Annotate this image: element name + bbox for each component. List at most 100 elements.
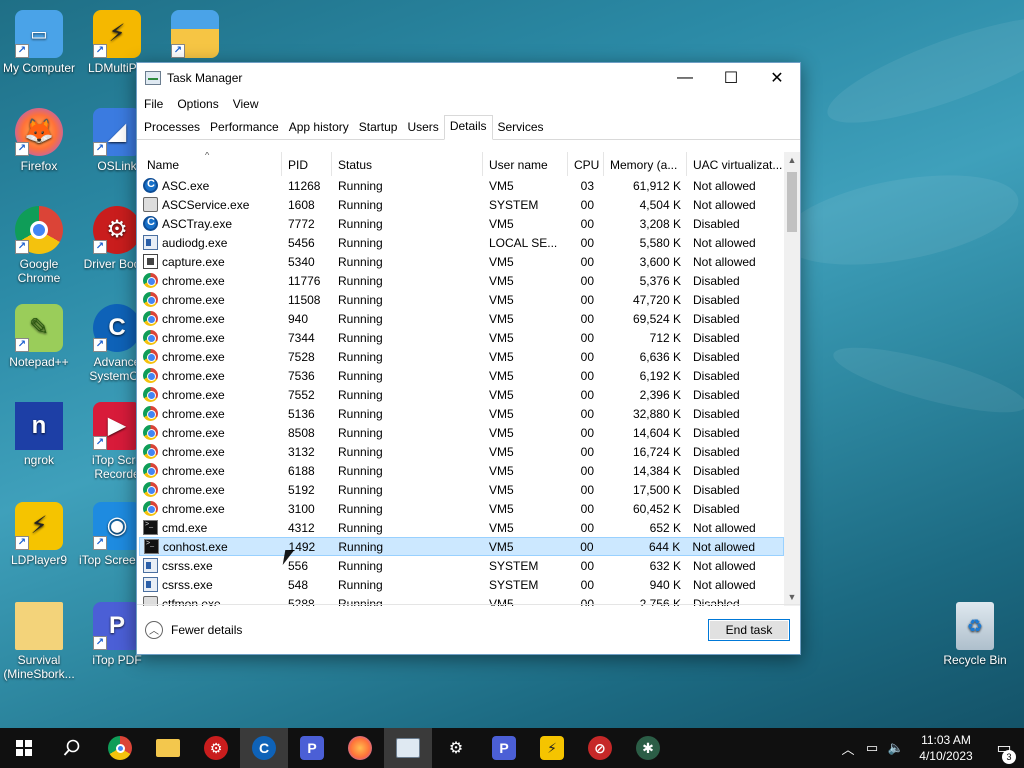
scroll-thumb[interactable] — [787, 172, 797, 232]
desktop-icon-my-computer[interactable]: ▭ ↗ My Computer — [0, 10, 80, 75]
search-icon[interactable] — [48, 728, 96, 768]
notification-icon[interactable]: ▭ 3 — [984, 738, 1024, 764]
desktop-icon-ldplayer[interactable]: ⚡ ↗ LDPlayer9 — [0, 502, 80, 567]
table-row[interactable]: chrome.exe 7552 Running VM5 00 2,396 K Disable… — [139, 385, 784, 404]
sort-ascending-icon: ^ — [205, 152, 210, 160]
process-icon — [143, 197, 158, 212]
table-row[interactable]: chrome.exe 8508 Running VM5 00 14,604 K Disabl… — [139, 423, 784, 442]
settings-icon[interactable]: ⚙ — [432, 728, 480, 768]
fewer-details-toggle[interactable]: ︿ Fewer details — [145, 620, 242, 639]
tab-services[interactable]: Services — [493, 116, 549, 139]
process-icon — [143, 330, 158, 345]
column-header-cpu[interactable]: CPU — [568, 152, 604, 176]
table-row[interactable]: chrome.exe 3100 Running VM5 00 60,452 K Disabl… — [139, 499, 784, 518]
table-row[interactable]: ASCService.exe 1608 Running SYSTEM 00 4,504 K… — [139, 195, 784, 214]
start-icon[interactable] — [0, 728, 48, 768]
process-uac: Not allowed — [693, 558, 756, 573]
maximize-button[interactable]: ☐ — [708, 63, 754, 93]
table-row[interactable]: csrss.exe 556 Running SYSTEM 00 632 K Not allo… — [139, 556, 784, 575]
driver-booster-icon[interactable]: ⚙ — [192, 728, 240, 768]
column-header-name[interactable]: Name — [139, 152, 282, 176]
ldmultiplayer-icon: ⚡ ↗ — [93, 10, 141, 58]
table-row[interactable]: chrome.exe 6188 Running VM5 00 14,384 K Disabl… — [139, 461, 784, 480]
table-row[interactable]: chrome.exe 7344 Running VM5 00 712 K Disabled — [139, 328, 784, 347]
desktop-icon-folder-shortcut[interactable]: ↗ — [154, 10, 236, 61]
process-icon — [143, 387, 158, 402]
table-row[interactable]: chrome.exe 7536 Running VM5 00 6,192 K Disable… — [139, 366, 784, 385]
table-row[interactable]: chrome.exe 11508 Running VM5 00 47,720 K Disab… — [139, 290, 784, 309]
ngrok-monster-icon[interactable]: ✱ — [624, 728, 672, 768]
process-pid: 4312 — [288, 520, 315, 535]
process-cpu: 00 — [580, 444, 594, 459]
process-name-cell: csrss.exe — [139, 558, 282, 573]
title-bar[interactable]: Task Manager — ☐ ✕ — [137, 63, 800, 93]
itop-pdf-icon[interactable]: P — [288, 728, 336, 768]
minimize-button[interactable]: — — [662, 63, 708, 93]
tab-processes[interactable]: Processes — [139, 116, 205, 139]
tab-users[interactable]: Users — [402, 116, 443, 139]
close-button[interactable]: ✕ — [754, 63, 800, 93]
table-row[interactable]: audiodg.exe 5456 Running LOCAL SE... 00 5,580… — [139, 233, 784, 252]
advanced-systemcare-icon[interactable]: C — [240, 728, 288, 768]
process-name-cell: audiodg.exe — [139, 235, 282, 250]
end-task-button[interactable]: End task — [708, 618, 790, 641]
vertical-scrollbar[interactable]: ▲ ▼ — [784, 152, 800, 606]
desktop-icon-ngrok[interactable]: n ngrok — [0, 402, 80, 467]
file-explorer-icon[interactable] — [144, 728, 192, 768]
network-icon[interactable]: ▭ — [860, 740, 884, 756]
column-header-memory[interactable]: Memory (a... — [604, 152, 687, 176]
process-name: chrome.exe — [162, 273, 225, 288]
process-cpu: 00 — [580, 482, 594, 497]
no-entry-icon[interactable]: ⊘ — [576, 728, 624, 768]
process-status: Running — [338, 216, 383, 231]
column-header-uac[interactable]: UAC virtualizat... — [687, 152, 784, 176]
process-pid: 1608 — [288, 197, 315, 212]
column-header-pid[interactable]: PID — [282, 152, 332, 176]
table-row[interactable]: chrome.exe 7528 Running VM5 00 6,636 K Disable… — [139, 347, 784, 366]
menu-view[interactable]: View — [233, 97, 259, 111]
process-icon — [143, 254, 158, 269]
chevron-up-icon[interactable]: ︿ — [836, 739, 860, 758]
process-pid: 7536 — [288, 368, 315, 383]
itop-pdf-2-icon[interactable]: P — [480, 728, 528, 768]
table-row[interactable]: csrss.exe 548 Running SYSTEM 00 940 K Not allo… — [139, 575, 784, 594]
table-row[interactable]: chrome.exe 11776 Running VM5 00 5,376 K Disabl… — [139, 271, 784, 290]
table-row[interactable]: cmd.exe 4312 Running VM5 00 652 K Not allowed — [139, 518, 784, 537]
table-row[interactable]: ASC.exe 11268 Running VM5 03 61,912 K Not allo… — [139, 176, 784, 195]
desktop-icon-recycle-bin[interactable]: ♻ Recycle Bin — [934, 602, 1016, 667]
desktop-icon-survival-folder[interactable]: Survival (MineSbork... — [0, 602, 80, 681]
desktop-icon-firefox[interactable]: 🦊 ↗ Firefox — [0, 108, 80, 173]
tab-details[interactable]: Details — [443, 115, 493, 140]
process-user: VM5 — [489, 406, 514, 421]
table-row[interactable]: chrome.exe 5136 Running VM5 00 32,880 K Disabl… — [139, 404, 784, 423]
menu-options[interactable]: Options — [177, 97, 218, 111]
column-header-status[interactable]: Status — [332, 152, 483, 176]
window-title: Task Manager — [167, 71, 243, 85]
desktop-icon-chrome[interactable]: ↗ Google Chrome — [0, 206, 80, 285]
firefox-icon[interactable] — [336, 728, 384, 768]
tab-startup[interactable]: Startup — [354, 116, 403, 139]
process-uac: Disabled — [693, 292, 740, 307]
chrome-icon[interactable] — [96, 728, 144, 768]
table-row[interactable]: chrome.exe 940 Running VM5 00 69,524 K Disable… — [139, 309, 784, 328]
table-row[interactable]: conhost.exe1492RunningVM500644 KNot allo… — [139, 537, 784, 556]
ldplayer-icon[interactable]: ⚡ — [528, 728, 576, 768]
menu-file[interactable]: File — [144, 97, 163, 111]
tab-app-history[interactable]: App history — [284, 116, 354, 139]
scroll-up-icon[interactable]: ▲ — [784, 152, 800, 169]
desktop-icon-notepad-plus[interactable]: ✎ ↗ Notepad++ — [0, 304, 80, 369]
computer-icon: ▭ ↗ — [15, 10, 63, 58]
desktop-icon-label: LDPlayer9 — [10, 553, 68, 567]
task-manager-icon[interactable] — [384, 728, 432, 768]
ldplayer-icon: ⚡ ↗ — [15, 502, 63, 550]
process-status: Running — [338, 406, 383, 421]
clock[interactable]: 11:03 AM 4/10/2023 — [908, 732, 984, 764]
table-row[interactable]: capture.exe 5340 Running VM5 00 3,600 K Not al… — [139, 252, 784, 271]
column-header-user-name[interactable]: User name — [483, 152, 568, 176]
process-cpu: 00 — [580, 368, 594, 383]
tab-performance[interactable]: Performance — [205, 116, 284, 139]
table-row[interactable]: chrome.exe 5192 Running VM5 00 17,500 K Disabl… — [139, 480, 784, 499]
table-row[interactable]: chrome.exe 3132 Running VM5 00 16,724 K Disabl… — [139, 442, 784, 461]
volume-icon[interactable]: 🔈 — [884, 740, 908, 756]
table-row[interactable]: ASCTray.exe 7772 Running VM5 00 3,208 K Disabl… — [139, 214, 784, 233]
